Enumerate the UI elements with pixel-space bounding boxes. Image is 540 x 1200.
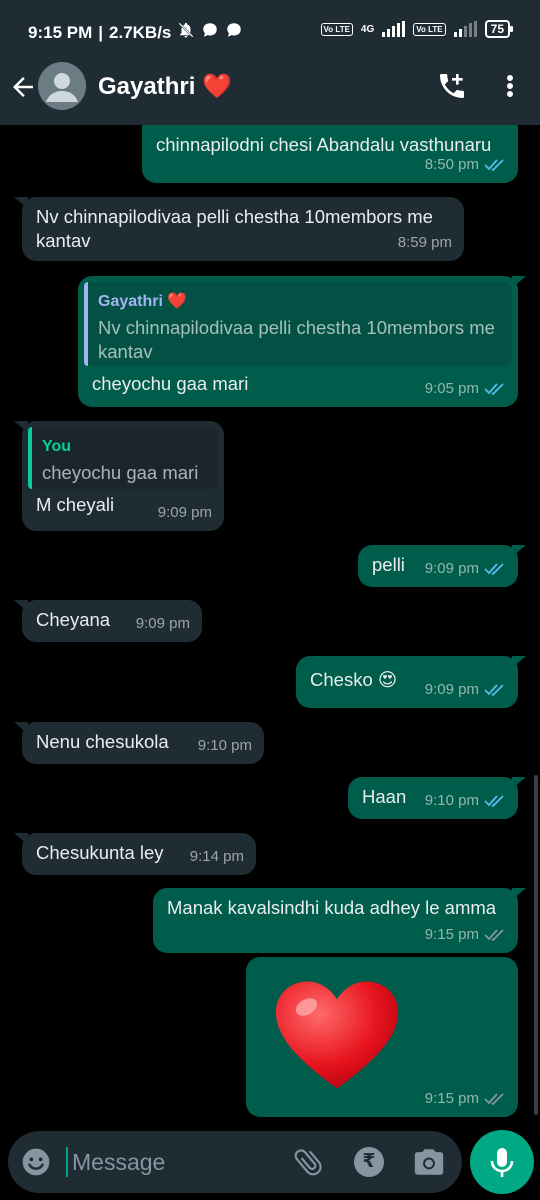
message-meta: 9:09 pm [136,612,190,636]
heart-emoji: ❤️ [202,73,232,100]
read-tick-icon [484,684,504,696]
message-time: 9:05 pm [424,380,479,397]
mic-icon [490,1148,514,1177]
message-bubble-incoming[interactable]: Nenu chesukola 9:10 pm [14,722,264,764]
message-text: Manak kavalsindhi kuda adhey le amma [167,897,497,918]
mute-notification-icon [177,21,195,44]
network-speed: 2.7KB/s [109,22,172,42]
message-meta: 9:09 pm [425,678,506,702]
message-bubble-outgoing[interactable]: Manak kavalsindhi kuda adhey le amma 9:1… [153,888,526,953]
message-bubble-incoming[interactable]: Nv chinnapilodivaa pelli chestha 10membo… [14,197,464,261]
bubble-tail [512,276,526,288]
bubble-tail [512,656,526,668]
message-composer: ₹ [8,1131,462,1193]
volte-icon: Vo LTE [413,22,446,36]
message-meta: 8:59 pm [398,231,452,255]
chat-notification-icon [201,21,219,44]
message-meta: 9:05 pm [425,377,506,401]
avatar[interactable] [38,62,86,110]
message-time: 8:59 pm [397,234,452,251]
bubble-tail [512,545,526,557]
message-meta: 9:14 pm [190,845,244,869]
read-tick-icon [484,563,504,575]
message-bubble-incoming[interactable]: Chesukunta ley 9:14 pm [14,833,256,875]
message-time: 9:14 pm [189,848,244,865]
scrollbar[interactable] [534,775,538,1115]
message-meta: 9:15 pm [425,923,506,947]
message-time: 9:10 pm [197,737,252,754]
message-bubble-outgoing[interactable]: pelli 9:09 pm [358,545,526,587]
quote-text: cheyochu gaa mari [42,462,199,483]
message-bubble-incoming[interactable]: You cheyochu gaa mari M cheyali 9:09 pm [14,421,224,531]
message-text: M cheyali [36,494,115,515]
message-bubble-outgoing[interactable]: Haan 9:10 pm [348,777,526,819]
message-text: Nv chinnapilodivaa pelli chestha 10membo… [36,206,433,251]
message-bubble-outgoing[interactable]: chinnapilodni chesi Abandalu vasthunaru … [142,125,518,183]
message-meta: 9:15 pm [425,1087,506,1111]
quoted-message[interactable]: Gayathri ❤️ Nv chinnapilodivaa pelli che… [84,282,512,366]
chat-notification-icon [225,21,243,44]
bubble-tail [14,722,28,734]
message-meta: 9:10 pm [198,734,252,758]
add-call-icon[interactable] [436,70,468,102]
voice-record-button[interactable] [470,1130,534,1194]
bubble-tail [512,888,526,900]
status-time: 9:15 PM [28,22,93,42]
bubble-tail [512,777,526,789]
bubble-tail [14,421,28,433]
delivered-tick-icon [484,1093,504,1105]
attach-icon[interactable] [292,1145,326,1179]
battery-icon: 75 [484,20,514,38]
message-time: 9:10 pm [424,792,479,809]
message-meta: 9:09 pm [158,501,212,525]
message-time: 9:15 pm [424,1090,479,1107]
heart-emoji [275,981,399,1089]
bubble-tail [14,600,28,612]
quoted-message[interactable]: You cheyochu gaa mari [28,427,218,489]
message-bubble-outgoing[interactable]: Chesko 😍 9:09 pm [296,656,526,708]
read-tick-icon [484,795,504,807]
message-time: 9:09 pm [135,615,190,632]
quote-author: Gayathri ❤️ [98,293,188,310]
message-meta: 8:50 pm [425,153,506,177]
network-type: 4G [360,23,375,35]
more-vert-icon[interactable] [500,70,520,102]
message-list[interactable]: chinnapilodni chesi Abandalu vasthunaru … [0,125,540,1125]
bubble-tail [14,197,28,209]
read-tick-icon [484,159,504,171]
emoji-icon[interactable] [20,1146,52,1178]
bubble-tail [14,833,28,845]
signal-icon [382,21,406,37]
message-time: 8:50 pm [424,156,479,173]
back-arrow-icon[interactable] [8,72,38,102]
big-emoji-text: ❤️ [260,965,261,966]
message-bubble-incoming[interactable]: Cheyana 9:09 pm [14,600,202,642]
signal-icon [453,21,477,37]
contact-name-text: Gayathri [98,73,196,100]
camera-icon[interactable] [412,1145,446,1179]
read-tick-icon [484,383,504,395]
volte-icon: Vo LTE [320,22,353,36]
quote-text: Nv chinnapilodivaa pelli chestha 10membo… [98,317,495,362]
message-meta: 9:10 pm [425,789,506,813]
message-bubble-outgoing[interactable]: Gayathri ❤️ Nv chinnapilodivaa pelli che… [78,276,526,407]
status-left: 9:15 PM | 2.7KB/s [28,21,243,44]
message-input[interactable] [72,1143,272,1181]
rupee-icon[interactable]: ₹ [354,1147,384,1177]
message-bubble-outgoing[interactable]: ❤️ 9:15 pm [246,957,518,1117]
text-cursor [66,1147,68,1177]
message-meta: 9:09 pm [425,557,506,581]
message-time: 9:09 pm [424,681,479,698]
contact-name[interactable]: Gayathri ❤️ [98,72,232,101]
avatar-icon [38,62,86,110]
chat-header: Gayathri ❤️ [0,62,540,125]
message-time: 9:15 pm [424,926,479,943]
delivered-tick-icon [484,929,504,941]
message-time: 9:09 pm [424,560,479,577]
message-text: cheyochu gaa mari [92,373,249,394]
quote-author: You [42,438,72,455]
message-time: 9:09 pm [157,504,212,521]
status-bar: 9:15 PM | 2.7KB/s Vo LTE 4G Vo LTE 75 [0,0,540,62]
status-right: Vo LTE 4G Vo LTE 75 [320,20,514,38]
